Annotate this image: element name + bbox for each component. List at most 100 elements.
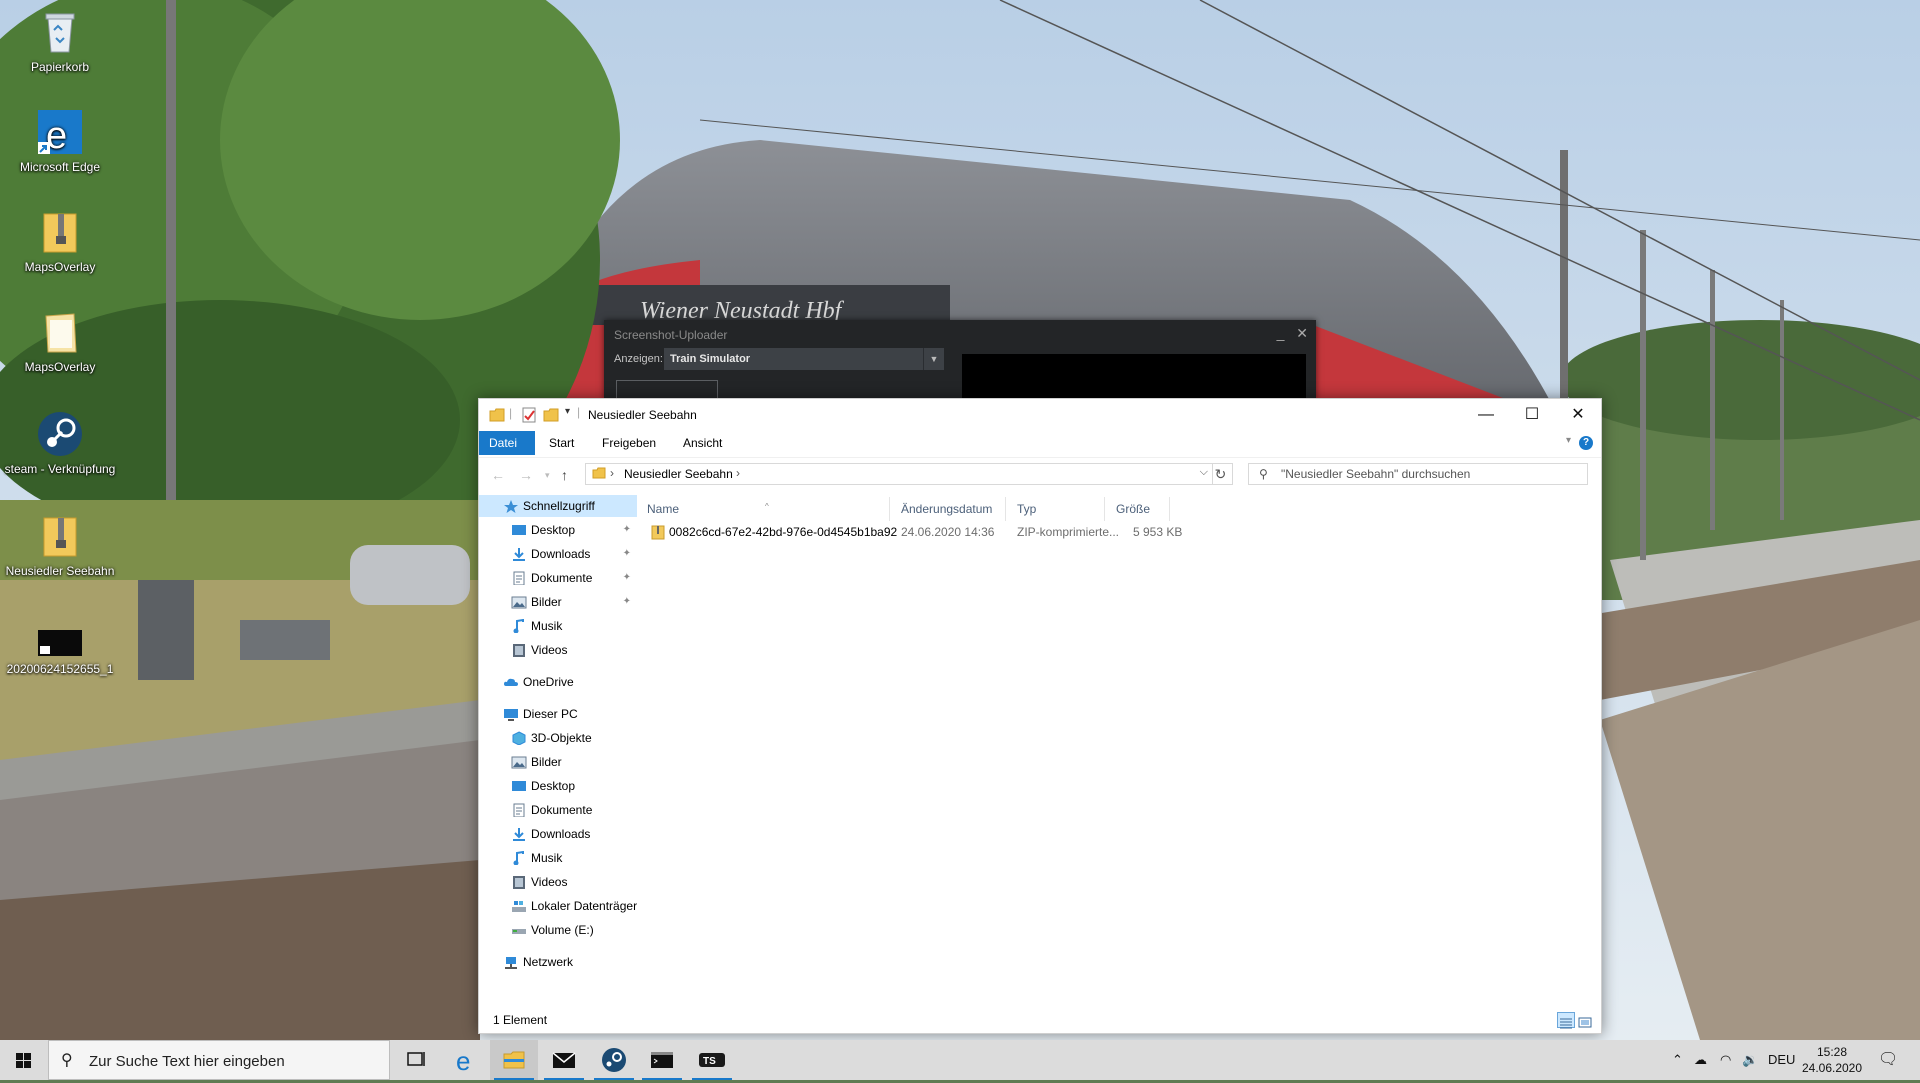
tab-start[interactable]: Start: [539, 431, 584, 455]
column-header-name[interactable]: Name ^: [641, 499, 887, 519]
title-bar[interactable]: | ▾ | Neusiedler Seebahn — ☐ ✕: [479, 399, 1601, 431]
tab-freigeben[interactable]: Freigeben: [592, 431, 666, 455]
column-header-label: Name: [647, 502, 680, 516]
close-button[interactable]: ✕: [1555, 399, 1601, 431]
svg-text:TS: TS: [703, 1056, 716, 1067]
wifi-icon[interactable]: ◠: [1720, 1040, 1731, 1080]
language-indicator[interactable]: DEU: [1768, 1040, 1795, 1080]
taskbar-search-box[interactable]: ⚲ Zur Suche Text hier eingeben: [48, 1040, 390, 1080]
nav-item-pc-videos[interactable]: Videos: [479, 871, 637, 893]
new-folder-icon[interactable]: [543, 407, 559, 423]
nav-item-pc-music[interactable]: Musik: [479, 847, 637, 869]
uploader-close-button[interactable]: ✕: [1296, 325, 1308, 341]
breadcrumb-item[interactable]: Neusiedler Seebahn: [624, 467, 733, 481]
back-arrow-icon[interactable]: ←: [491, 467, 505, 483]
customize-toolbar-icon[interactable]: ▾: [565, 406, 570, 417]
show-hidden-icons-icon[interactable]: ⌃: [1672, 1040, 1683, 1080]
desktop-icon-label: MapsOverlay: [24, 360, 96, 374]
column-divider[interactable]: [1104, 497, 1105, 521]
sort-ascending-icon: ^: [765, 502, 769, 511]
start-button[interactable]: [0, 1040, 48, 1080]
column-header-size[interactable]: Größe: [1110, 499, 1150, 519]
large-icons-view-icon[interactable]: [1577, 1012, 1595, 1028]
taskbar-terminal[interactable]: [638, 1040, 686, 1080]
nav-item-music[interactable]: Musik: [479, 615, 637, 637]
recent-locations-icon[interactable]: ▾: [545, 470, 550, 481]
folder-icon: [489, 408, 505, 422]
desktop-icon-recycle-bin[interactable]: Papierkorb: [0, 8, 120, 74]
file-row[interactable]: 0082c6cd-67e2-42bd-976e-0d4545b1ba92 24.…: [641, 521, 1241, 543]
chevron-down-icon[interactable]: ⌵: [1200, 466, 1208, 479]
nav-item-label: OneDrive: [523, 675, 574, 689]
chevron-right-icon[interactable]: ›: [610, 466, 614, 480]
refresh-button[interactable]: ↻: [1209, 463, 1233, 485]
column-header-date[interactable]: Änderungsdatum: [895, 499, 992, 519]
desktop-icon-label: Microsoft Edge: [19, 160, 101, 174]
address-bar[interactable]: › Neusiedler Seebahn › ⌵: [585, 463, 1213, 485]
file-explorer-window[interactable]: | ▾ | Neusiedler Seebahn — ☐ ✕ Datei Sta…: [478, 398, 1602, 1034]
desktop-icon-edge[interactable]: e Microsoft Edge: [0, 108, 120, 174]
desktop-icon-mapsoverlay-folder[interactable]: MapsOverlay: [0, 308, 120, 374]
taskbar-edge[interactable]: e: [442, 1040, 490, 1080]
nav-item-label: Volume (E:): [531, 923, 594, 937]
notifications-icon[interactable]: 🗨: [1878, 1040, 1898, 1080]
nav-item-label: Lokaler Datenträger: [531, 899, 638, 913]
nav-item-pc-downloads[interactable]: Downloads: [479, 823, 637, 845]
file-name: 0082c6cd-67e2-42bd-976e-0d4545b1ba92: [669, 525, 898, 539]
nav-item-pc-desktop[interactable]: Desktop: [479, 775, 637, 797]
details-view-icon[interactable]: [1557, 1012, 1575, 1029]
nav-item-this-pc[interactable]: Dieser PC: [479, 703, 637, 725]
nav-item-network[interactable]: Netzwerk: [479, 951, 637, 973]
forward-arrow-icon[interactable]: →: [519, 467, 533, 483]
onedrive-tray-icon[interactable]: ☁: [1694, 1040, 1707, 1080]
nav-item-quick-access[interactable]: Schnellzugriff: [479, 495, 637, 517]
nav-item-pictures[interactable]: Bilder ✦: [479, 591, 637, 613]
screenshot-uploader-window[interactable]: Screenshot-Uploader _ ✕ Anzeigen: Train …: [604, 320, 1316, 401]
nav-item-3d-objects[interactable]: 3D-Objekte: [479, 727, 637, 749]
chevron-right-icon[interactable]: ›: [736, 466, 740, 480]
clock[interactable]: 15:28 24.06.2020: [1796, 1044, 1868, 1076]
desktop-icon-steam[interactable]: steam - Verknüpfung: [0, 410, 120, 476]
nav-item-desktop[interactable]: Desktop ✦: [479, 519, 637, 541]
taskbar-file-explorer[interactable]: [490, 1040, 538, 1080]
tab-datei[interactable]: Datei: [479, 431, 535, 455]
nav-item-downloads[interactable]: Downloads ✦: [479, 543, 637, 565]
uploader-minimize-button[interactable]: _: [1277, 325, 1285, 341]
taskbar-mail[interactable]: [540, 1040, 588, 1080]
chevron-down-icon: ▼: [923, 348, 944, 370]
task-view-button[interactable]: [392, 1040, 440, 1080]
zip-folder-icon: [36, 208, 84, 256]
desktop-icon-mapsoverlay-zip[interactable]: MapsOverlay: [0, 208, 120, 274]
volume-icon[interactable]: 🔉: [1742, 1040, 1758, 1080]
nav-item-videos[interactable]: Videos: [479, 639, 637, 661]
nav-item-pc-pictures[interactable]: Bilder: [479, 751, 637, 773]
desktop-icon-neusiedler-seebahn[interactable]: Neusiedler Seebahn: [0, 512, 120, 578]
desktop-icon-screenshot[interactable]: 20200624152655_1: [0, 628, 120, 676]
nav-item-label: Videos: [531, 643, 568, 657]
expand-ribbon-icon[interactable]: ▾: [1566, 435, 1571, 446]
minimize-button[interactable]: —: [1463, 399, 1509, 431]
properties-icon[interactable]: [521, 407, 537, 423]
nav-item-documents[interactable]: Dokumente ✦: [479, 567, 637, 589]
recycle-bin-icon: [36, 8, 84, 56]
search-input[interactable]: [1281, 466, 1577, 482]
taskbar-steam[interactable]: [590, 1040, 638, 1080]
taskbar-train-simulator[interactable]: TS: [688, 1040, 736, 1080]
tab-ansicht[interactable]: Ansicht: [673, 431, 732, 455]
maximize-button[interactable]: ☐: [1509, 399, 1555, 431]
nav-item-onedrive[interactable]: OneDrive: [479, 671, 637, 693]
column-divider[interactable]: [1005, 497, 1006, 521]
navigation-pane: Schnellzugriff Desktop ✦ Downloads ✦ Dok…: [479, 491, 639, 1001]
column-divider[interactable]: [1169, 497, 1170, 521]
column-divider[interactable]: [889, 497, 890, 521]
nav-item-label: Bilder: [531, 755, 562, 769]
help-icon[interactable]: ?: [1579, 436, 1593, 450]
search-icon: ⚲: [61, 1052, 73, 1069]
up-arrow-icon[interactable]: ↑: [561, 467, 568, 483]
uploader-game-select[interactable]: Train Simulator ▼: [664, 348, 944, 370]
nav-item-pc-documents[interactable]: Dokumente: [479, 799, 637, 821]
search-box[interactable]: ⚲: [1248, 463, 1588, 485]
nav-item-volume-e[interactable]: Volume (E:): [479, 919, 637, 941]
nav-item-local-disk[interactable]: Lokaler Datenträger: [479, 895, 637, 917]
column-header-type[interactable]: Typ: [1011, 499, 1036, 519]
